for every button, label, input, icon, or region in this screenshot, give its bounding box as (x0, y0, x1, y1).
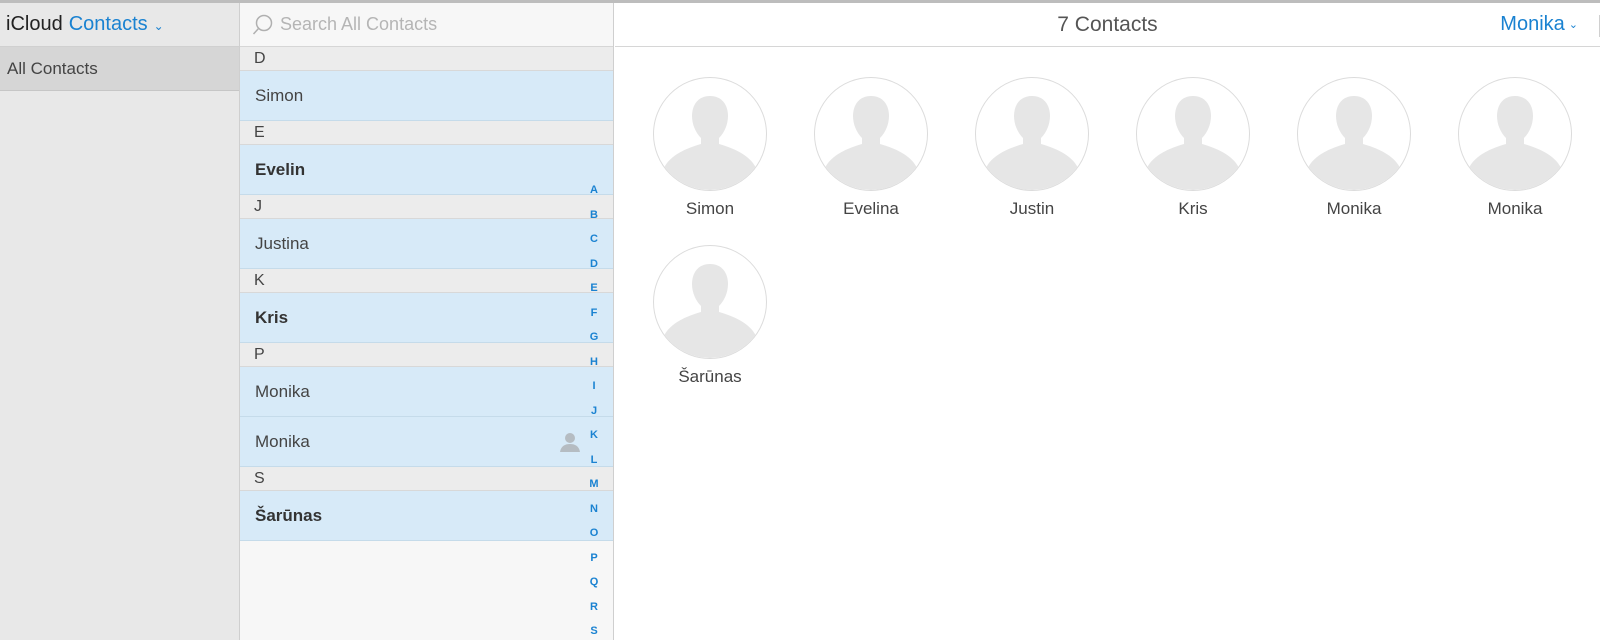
contact-row[interactable]: Monika (240, 417, 613, 467)
contact-card[interactable]: Evelina (806, 77, 936, 219)
person-silhouette-icon (1141, 96, 1245, 190)
index-letter[interactable]: P (590, 546, 597, 571)
group-all-contacts[interactable]: All Contacts (0, 47, 239, 91)
index-letter[interactable]: S (590, 619, 597, 640)
groups-sidebar: iCloud Contacts ⌄ All Contacts (0, 3, 240, 640)
contact-row[interactable]: Monika (240, 367, 613, 417)
person-silhouette-icon (1302, 96, 1406, 190)
contact-name: Evelin (255, 159, 306, 179)
card-name: Šarūnas (678, 367, 742, 386)
index-letter[interactable]: A (590, 178, 598, 203)
index-letter[interactable]: H (590, 350, 598, 375)
index-letter[interactable]: R (590, 595, 598, 620)
index-letter[interactable]: I (592, 374, 595, 399)
avatar (1297, 77, 1411, 191)
index-letter[interactable]: F (591, 301, 598, 326)
contact-card[interactable]: Justin (967, 77, 1097, 219)
index-letter[interactable]: G (590, 325, 599, 350)
index-letter[interactable]: M (589, 472, 598, 497)
avatar (814, 77, 928, 191)
contact-row[interactable]: Simon (240, 71, 613, 121)
section-header: D (240, 47, 613, 71)
index-letter[interactable]: J (591, 399, 597, 424)
account-name[interactable]: Monika (1500, 13, 1564, 35)
card-name: Kris (1178, 199, 1208, 218)
section-header: P (240, 343, 613, 367)
search-icon (252, 14, 273, 35)
main-pane: 7 Contacts Monika ⌄ Simon Evelina Justin Kri… (615, 3, 1600, 640)
index-letter[interactable]: C (590, 227, 598, 252)
app-switcher[interactable]: Contacts (69, 13, 148, 36)
index-letter[interactable]: D (590, 252, 598, 277)
chevron-down-icon[interactable]: ⌄ (154, 19, 164, 33)
account-menu[interactable]: Monika ⌄ (1500, 13, 1578, 36)
contact-name: Simon (255, 85, 304, 105)
card-name: Evelina (843, 199, 899, 218)
contact-name: Monika (255, 431, 310, 451)
avatar (1458, 77, 1572, 191)
contact-name: Justina (255, 233, 309, 253)
avatar (653, 77, 767, 191)
contact-list-pane: D Simon E Evelin J Justina K Kris P Monika Monika S… (240, 3, 614, 640)
avatar (653, 245, 767, 359)
person-silhouette-icon (819, 96, 923, 190)
contact-name: Monika (255, 381, 310, 401)
contact-card[interactable]: Simon (645, 77, 775, 219)
contact-row[interactable]: Kris (240, 293, 613, 343)
card-name: Monika (1487, 199, 1543, 218)
contact-card[interactable]: Kris (1128, 77, 1258, 219)
main-header: 7 Contacts Monika ⌄ (615, 3, 1600, 47)
avatar (1136, 77, 1250, 191)
contact-count: 7 Contacts (1057, 13, 1158, 36)
contact-name: Kris (255, 307, 289, 327)
card-name: Monika (1326, 199, 1382, 218)
contact-card[interactable]: Monika (1289, 77, 1419, 219)
card-name: Justin (1009, 199, 1055, 218)
search-input[interactable] (280, 14, 580, 35)
search-bar (240, 3, 613, 47)
index-letter[interactable]: N (590, 497, 598, 522)
section-header: E (240, 121, 613, 145)
contact-row[interactable]: Justina (240, 219, 613, 269)
section-header: K (240, 269, 613, 293)
contact-card[interactable]: Monika (1450, 77, 1580, 219)
contact-row[interactable]: Evelin (240, 145, 613, 195)
person-icon (560, 433, 580, 452)
card-name: Simon (685, 199, 735, 218)
contact-card[interactable]: Šarūnas (645, 245, 775, 387)
icloud-logo-text: iCloud (6, 13, 63, 35)
person-silhouette-icon (980, 96, 1084, 190)
contact-name: Šarūnas (255, 505, 323, 525)
person-silhouette-icon (658, 96, 762, 190)
index-letter[interactable]: E (590, 276, 597, 301)
app-header: iCloud Contacts ⌄ (0, 3, 239, 47)
contact-sections: D Simon E Evelin J Justina K Kris P Monika Monika S… (240, 47, 613, 541)
chevron-down-icon[interactable]: ⌄ (1569, 19, 1578, 31)
index-letter[interactable]: Q (590, 570, 599, 595)
person-silhouette-icon (1463, 96, 1567, 190)
contact-row[interactable]: Šarūnas (240, 491, 613, 541)
index-letter[interactable]: K (590, 423, 598, 448)
avatar (975, 77, 1089, 191)
index-letter[interactable]: B (590, 203, 598, 228)
index-letter[interactable]: L (591, 448, 598, 473)
index-letter[interactable]: O (590, 521, 599, 546)
section-header: S (240, 467, 613, 491)
section-header: J (240, 195, 613, 219)
alphabet-index[interactable]: ABCDEFGHIJKLMNOPQRS (580, 178, 608, 640)
person-silhouette-icon (658, 264, 762, 358)
